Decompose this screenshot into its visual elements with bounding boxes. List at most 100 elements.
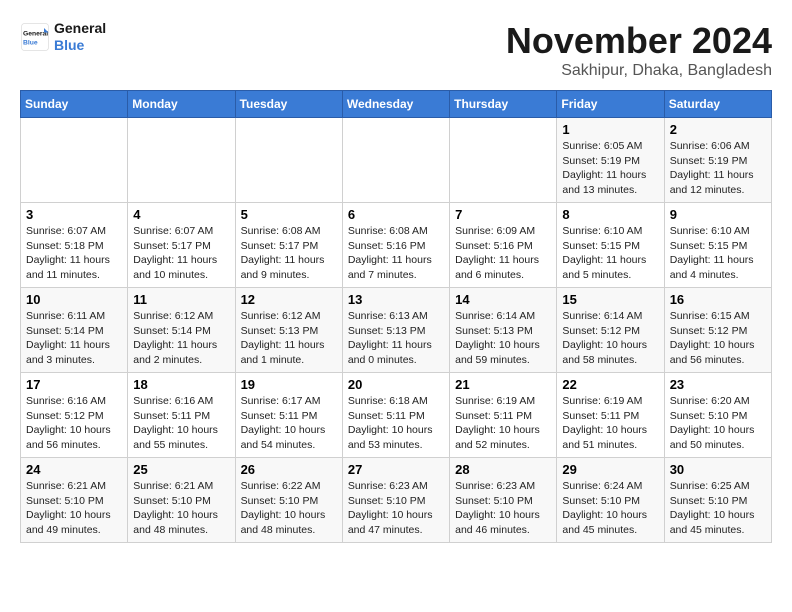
cell-line: Sunrise: 6:19 AM: [562, 394, 658, 409]
cell-line: Sunset: 5:16 PM: [348, 239, 444, 254]
logo-icon: General Blue: [20, 22, 50, 52]
cell-line: Sunset: 5:13 PM: [455, 324, 551, 339]
cell-line: Daylight: 11 hours and 1 minute.: [241, 338, 337, 367]
cell-line: Sunrise: 6:08 AM: [241, 224, 337, 239]
day-number: 22: [562, 377, 658, 392]
day-number: 18: [133, 377, 229, 392]
calendar-cell: 20Sunrise: 6:18 AMSunset: 5:11 PMDayligh…: [342, 373, 449, 458]
cell-line: Sunset: 5:10 PM: [133, 494, 229, 509]
cell-line: Daylight: 10 hours and 45 minutes.: [562, 508, 658, 537]
cell-line: Sunrise: 6:10 AM: [670, 224, 766, 239]
cell-line: Daylight: 10 hours and 46 minutes.: [455, 508, 551, 537]
cell-line: Sunrise: 6:12 AM: [133, 309, 229, 324]
cell-line: Sunset: 5:11 PM: [455, 409, 551, 424]
day-number: 16: [670, 292, 766, 307]
cell-content: Sunrise: 6:17 AMSunset: 5:11 PMDaylight:…: [241, 394, 337, 453]
cell-content: Sunrise: 6:08 AMSunset: 5:17 PMDaylight:…: [241, 224, 337, 283]
cell-line: Daylight: 10 hours and 52 minutes.: [455, 423, 551, 452]
day-number: 3: [26, 207, 122, 222]
cell-line: Sunrise: 6:16 AM: [26, 394, 122, 409]
cell-line: Sunset: 5:17 PM: [241, 239, 337, 254]
calendar-week-row: 10Sunrise: 6:11 AMSunset: 5:14 PMDayligh…: [21, 288, 772, 373]
cell-content: Sunrise: 6:21 AMSunset: 5:10 PMDaylight:…: [26, 479, 122, 538]
logo: General Blue General Blue: [20, 20, 106, 54]
header-day: Sunday: [21, 91, 128, 118]
day-number: 8: [562, 207, 658, 222]
calendar-cell: 1Sunrise: 6:05 AMSunset: 5:19 PMDaylight…: [557, 118, 664, 203]
calendar-cell: [235, 118, 342, 203]
cell-line: Daylight: 10 hours and 45 minutes.: [670, 508, 766, 537]
cell-line: Daylight: 11 hours and 2 minutes.: [133, 338, 229, 367]
cell-line: Sunrise: 6:25 AM: [670, 479, 766, 494]
logo-line1: General: [54, 20, 106, 37]
day-number: 10: [26, 292, 122, 307]
cell-content: Sunrise: 6:07 AMSunset: 5:17 PMDaylight:…: [133, 224, 229, 283]
day-number: 13: [348, 292, 444, 307]
cell-line: Sunset: 5:16 PM: [455, 239, 551, 254]
cell-content: Sunrise: 6:23 AMSunset: 5:10 PMDaylight:…: [348, 479, 444, 538]
cell-line: Daylight: 11 hours and 4 minutes.: [670, 253, 766, 282]
day-number: 29: [562, 462, 658, 477]
cell-line: Sunrise: 6:07 AM: [133, 224, 229, 239]
cell-line: Sunrise: 6:21 AM: [133, 479, 229, 494]
cell-line: Sunset: 5:14 PM: [133, 324, 229, 339]
cell-content: Sunrise: 6:12 AMSunset: 5:14 PMDaylight:…: [133, 309, 229, 368]
cell-line: Daylight: 10 hours and 48 minutes.: [133, 508, 229, 537]
calendar-cell: 18 Sunrise: 6:16 AMSunset: 5:11 PMDayligh…: [128, 373, 235, 458]
day-number: 24: [26, 462, 122, 477]
header-row: SundayMondayTuesdayWednesdayThursdayFrid…: [21, 91, 772, 118]
cell-line: Sunrise: 6:13 AM: [348, 309, 444, 324]
cell-line: Sunset: 5:10 PM: [241, 494, 337, 509]
calendar-week-row: 3Sunrise: 6:07 AMSunset: 5:18 PMDaylight…: [21, 203, 772, 288]
calendar-cell: 12Sunrise: 6:12 AMSunset: 5:13 PMDayligh…: [235, 288, 342, 373]
calendar-cell: 7Sunrise: 6:09 AMSunset: 5:16 PMDaylight…: [450, 203, 557, 288]
cell-content: Sunrise: 6:15 AMSunset: 5:12 PMDaylight:…: [670, 309, 766, 368]
svg-text:Blue: Blue: [23, 39, 38, 46]
cell-line: Daylight: 11 hours and 6 minutes.: [455, 253, 551, 282]
cell-line: Sunrise: 6:21 AM: [26, 479, 122, 494]
calendar-cell: 8Sunrise: 6:10 AMSunset: 5:15 PMDaylight…: [557, 203, 664, 288]
cell-line: Sunset: 5:14 PM: [26, 324, 122, 339]
cell-line: Sunset: 5:17 PM: [133, 239, 229, 254]
cell-content: Sunrise: 6:13 AMSunset: 5:13 PMDaylight:…: [348, 309, 444, 368]
calendar-week-row: 17Sunrise: 6:16 AMSunset: 5:12 PMDayligh…: [21, 373, 772, 458]
cell-line: Daylight: 11 hours and 5 minutes.: [562, 253, 658, 282]
month-title: November 2024: [506, 20, 772, 62]
calendar-cell: 15Sunrise: 6:14 AMSunset: 5:12 PMDayligh…: [557, 288, 664, 373]
calendar-cell: 30Sunrise: 6:25 AMSunset: 5:10 PMDayligh…: [664, 458, 771, 543]
calendar-cell: 16 Sunrise: 6:15 AMSunset: 5:12 PMDayligh…: [664, 288, 771, 373]
cell-content: Sunrise: 6:09 AMSunset: 5:16 PMDaylight:…: [455, 224, 551, 283]
calendar-cell: 3Sunrise: 6:07 AMSunset: 5:18 PMDaylight…: [21, 203, 128, 288]
cell-line: Daylight: 11 hours and 10 minutes.: [133, 253, 229, 282]
cell-content: Sunrise: 6:16 AMSunset: 5:11 PMDaylight:…: [133, 394, 229, 453]
cell-content: Sunrise: 6:23 AMSunset: 5:10 PMDaylight:…: [455, 479, 551, 538]
header-day: Wednesday: [342, 91, 449, 118]
cell-line: Daylight: 10 hours and 55 minutes.: [133, 423, 229, 452]
cell-line: Sunset: 5:10 PM: [455, 494, 551, 509]
cell-line: Daylight: 11 hours and 12 minutes.: [670, 168, 766, 197]
cell-line: Sunrise: 6:08 AM: [348, 224, 444, 239]
cell-line: Sunset: 5:13 PM: [348, 324, 444, 339]
calendar-cell: [450, 118, 557, 203]
cell-line: Sunset: 5:10 PM: [562, 494, 658, 509]
calendar-cell: 24 Sunrise: 6:21 AMSunset: 5:10 PMDayligh…: [21, 458, 128, 543]
calendar-week-row: 24Sunrise: 6:21 AMSunset: 5:10 PMDayligh…: [21, 458, 772, 543]
day-number: 20: [348, 377, 444, 392]
cell-line: Sunset: 5:15 PM: [670, 239, 766, 254]
header-day: Monday: [128, 91, 235, 118]
cell-line: Sunrise: 6:24 AM: [562, 479, 658, 494]
cell-line: Sunrise: 6:17 AM: [241, 394, 337, 409]
cell-line: Daylight: 10 hours and 59 minutes.: [455, 338, 551, 367]
calendar-cell: 4Sunrise: 6:07 AMSunset: 5:17 PMDaylight…: [128, 203, 235, 288]
day-number: 17: [26, 377, 122, 392]
cell-line: Sunrise: 6:07 AM: [26, 224, 122, 239]
cell-line: Sunset: 5:10 PM: [670, 409, 766, 424]
day-number: 11: [133, 292, 229, 307]
calendar-cell: 6Sunrise: 6:08 AMSunset: 5:16 PMDaylight…: [342, 203, 449, 288]
cell-content: Sunrise: 6:05 AMSunset: 5:19 PMDaylight:…: [562, 139, 658, 198]
cell-content: Sunrise: 6:14 AMSunset: 5:13 PMDaylight:…: [455, 309, 551, 368]
calendar-cell: 21Sunrise: 6:19 AMSunset: 5:11 PMDayligh…: [450, 373, 557, 458]
day-number: 9: [670, 207, 766, 222]
cell-line: Sunrise: 6:05 AM: [562, 139, 658, 154]
calendar-cell: 11 Sunrise: 6:12 AMSunset: 5:14 PMDayligh…: [128, 288, 235, 373]
